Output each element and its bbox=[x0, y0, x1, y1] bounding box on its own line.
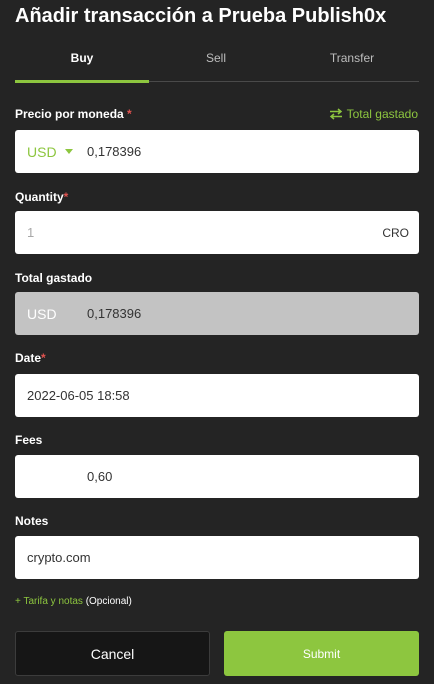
date-input[interactable]: 2022-06-05 18:58 bbox=[15, 388, 419, 403]
notes-input[interactable]: crypto.com bbox=[15, 550, 419, 565]
quantity-label: Quantity* bbox=[15, 190, 68, 204]
price-input[interactable]: 0,178396 bbox=[87, 144, 419, 159]
price-label-text: Precio por moneda bbox=[15, 107, 124, 121]
currency-select-value: USD bbox=[27, 143, 57, 160]
notes-field[interactable]: crypto.com bbox=[15, 536, 419, 579]
transaction-type-tabs: Buy Sell Transfer bbox=[15, 44, 419, 83]
required-mark: * bbox=[41, 351, 46, 365]
caret-down-icon bbox=[64, 149, 73, 154]
swap-icon bbox=[329, 108, 342, 120]
submit-button[interactable]: Submit bbox=[224, 631, 419, 676]
required-mark: * bbox=[63, 190, 69, 204]
fees-input[interactable]: 0,60 bbox=[15, 469, 419, 484]
total-spent-toggle[interactable]: Total gastado bbox=[329, 107, 418, 121]
date-label: Date* bbox=[15, 351, 46, 365]
total-field: USD 0,178396 bbox=[15, 292, 419, 335]
price-label: Precio por moneda * bbox=[15, 107, 132, 121]
cancel-button[interactable]: Cancel bbox=[15, 631, 210, 676]
fees-label: Fees bbox=[15, 433, 43, 447]
currency-select[interactable]: USD bbox=[15, 144, 87, 160]
fees-field[interactable]: 0,60 bbox=[15, 455, 419, 498]
quantity-unit: CRO bbox=[382, 225, 409, 240]
quantity-field[interactable]: 1 CRO bbox=[15, 211, 419, 254]
required-mark: * bbox=[127, 107, 132, 121]
optional-link-label: + Tarifa y notas bbox=[15, 596, 83, 607]
tab-transfer[interactable]: Transfer bbox=[285, 44, 419, 82]
total-currency-value: USD bbox=[27, 305, 57, 322]
price-field: USD 0,178396 bbox=[15, 130, 419, 173]
tab-buy[interactable]: Buy bbox=[15, 44, 149, 83]
notes-label: Notes bbox=[15, 514, 49, 528]
quantity-input[interactable]: 1 bbox=[15, 225, 382, 240]
optional-link-suffix: (Opcional) bbox=[85, 596, 132, 607]
total-label: Total gastado bbox=[15, 271, 93, 285]
dialog-title: Añadir transacción a Prueba Publish0x bbox=[15, 5, 387, 27]
quantity-label-text: Quantity bbox=[15, 190, 64, 204]
date-field[interactable]: 2022-06-05 18:58 bbox=[15, 374, 419, 417]
total-currency: USD bbox=[15, 306, 87, 322]
tab-sell[interactable]: Sell bbox=[149, 44, 283, 82]
total-spent-toggle-label: Total gastado bbox=[346, 107, 418, 121]
total-value: 0,178396 bbox=[87, 306, 142, 321]
date-label-text: Date bbox=[15, 351, 42, 365]
fees-notes-optional-link[interactable]: + Tarifa y notas (Opcional) bbox=[15, 596, 132, 607]
